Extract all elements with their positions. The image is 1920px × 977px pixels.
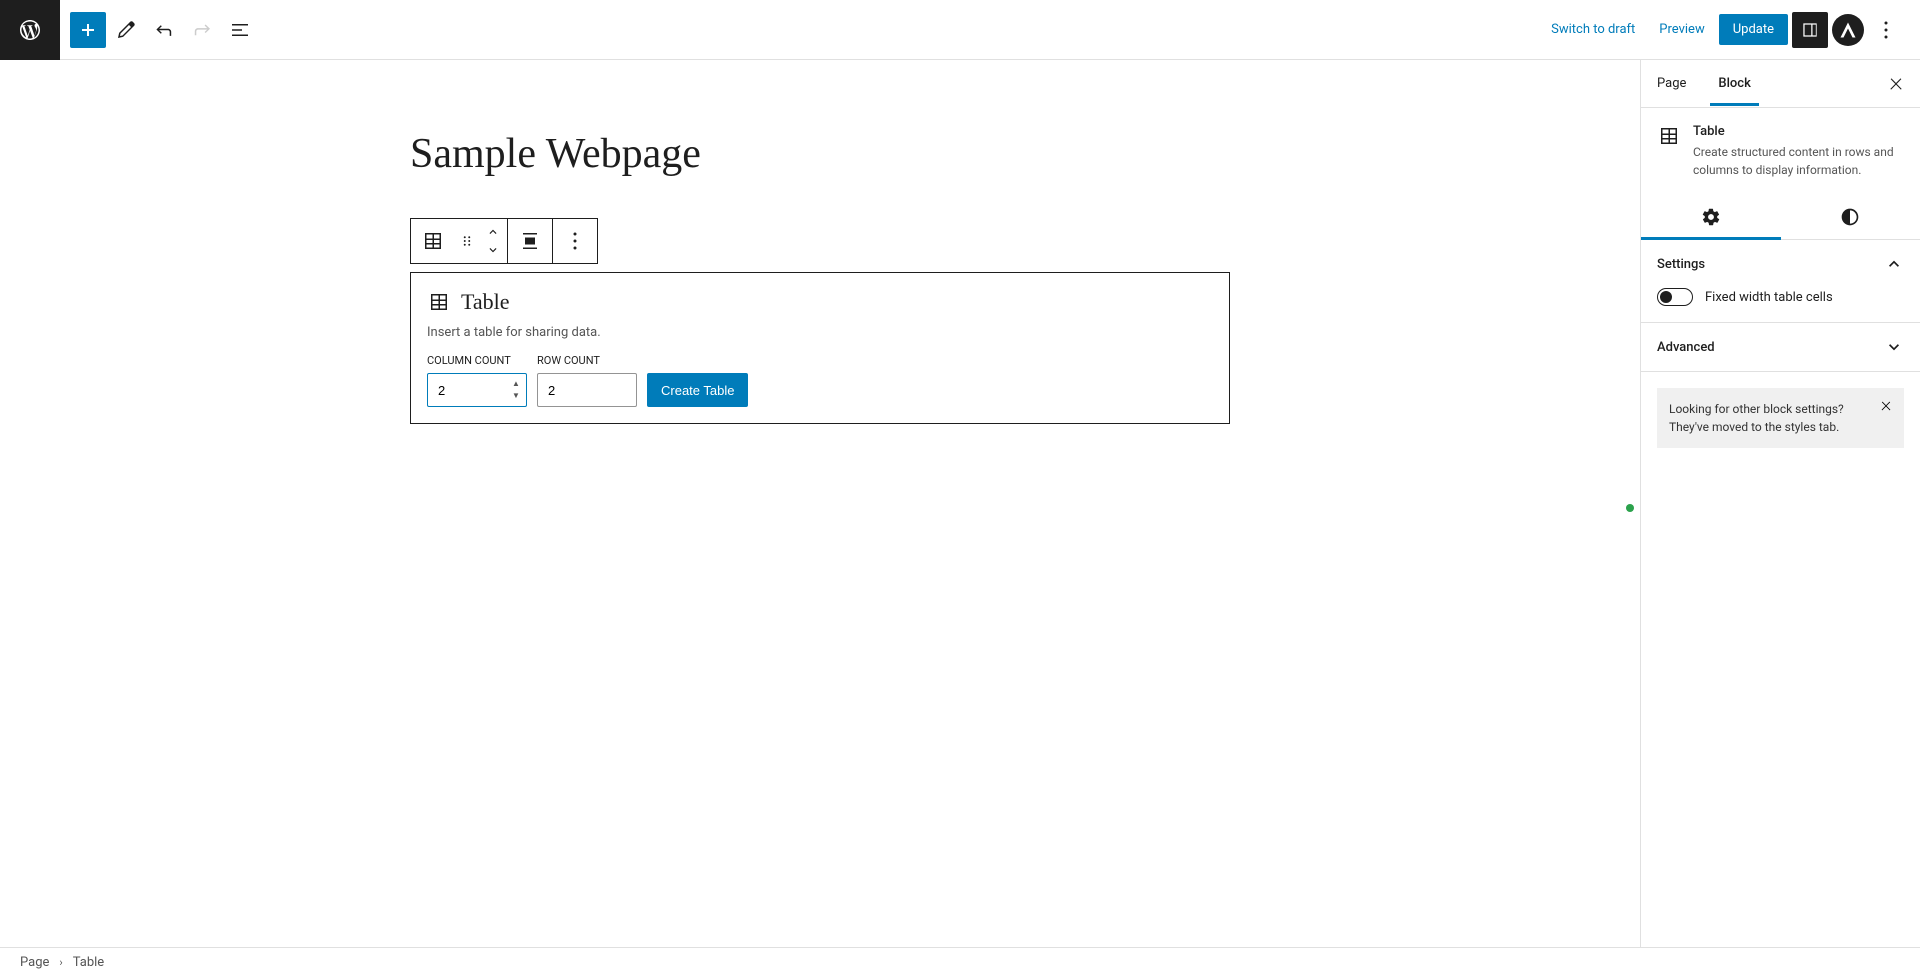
chevron-up-icon [486, 225, 500, 239]
table-icon [427, 290, 451, 314]
block-type-button[interactable] [411, 219, 455, 263]
astra-icon [1839, 21, 1857, 39]
block-placeholder-title: Table [461, 289, 510, 315]
table-block-placeholder: Table Insert a table for sharing data. C… [410, 272, 1230, 424]
wordpress-icon [18, 18, 42, 42]
switch-to-draft-button[interactable]: Switch to draft [1541, 16, 1645, 43]
fixed-width-toggle[interactable] [1657, 288, 1693, 306]
settings-section-label: Settings [1657, 257, 1705, 272]
redo-button[interactable] [184, 12, 220, 48]
align-button[interactable] [508, 219, 552, 263]
close-icon [1879, 399, 1893, 413]
tools-button[interactable] [108, 12, 144, 48]
close-icon [1887, 75, 1905, 93]
theme-button[interactable] [1832, 14, 1864, 46]
document-overview-button[interactable] [222, 12, 258, 48]
chevron-down-icon [1884, 337, 1904, 357]
dismiss-notice-button[interactable] [1876, 396, 1896, 416]
notice-text: Looking for other block settings? They'v… [1669, 402, 1844, 434]
status-indicator [1626, 504, 1634, 512]
settings-panel-toggle[interactable] [1792, 12, 1828, 48]
styles-icon [1840, 207, 1860, 227]
styles-subtab[interactable] [1781, 195, 1920, 239]
move-up-button[interactable] [479, 223, 507, 241]
add-block-button[interactable] [70, 12, 106, 48]
undo-button[interactable] [146, 12, 182, 48]
tab-block[interactable]: Block [1702, 62, 1766, 105]
column-count-decrement[interactable]: ▼ [509, 389, 523, 401]
plus-icon [76, 18, 100, 42]
update-button[interactable]: Update [1719, 14, 1788, 45]
wordpress-logo-button[interactable] [0, 0, 60, 60]
breadcrumb: Page › Table [0, 947, 1920, 977]
settings-subtab[interactable] [1641, 195, 1781, 239]
settings-sidebar: Page Block Table Create structured conte… [1640, 60, 1920, 947]
gear-icon [1701, 207, 1721, 227]
tab-page[interactable]: Page [1641, 62, 1702, 105]
column-count-increment[interactable]: ▲ [509, 377, 523, 389]
preview-button[interactable]: Preview [1649, 16, 1714, 43]
align-icon [518, 229, 542, 253]
settings-section-toggle[interactable]: Settings [1641, 240, 1920, 288]
redo-icon [190, 18, 214, 42]
breadcrumb-root[interactable]: Page [20, 955, 49, 970]
row-count-label: ROW COUNT [537, 354, 637, 367]
more-vertical-icon [1874, 18, 1898, 42]
block-placeholder-desc: Insert a table for sharing data. [427, 325, 1213, 340]
advanced-section-toggle[interactable]: Advanced [1641, 323, 1920, 371]
advanced-section-label: Advanced [1657, 340, 1715, 355]
sidebar-icon [1800, 20, 1820, 40]
breadcrumb-current[interactable]: Table [73, 955, 104, 970]
block-options-button[interactable] [553, 219, 597, 263]
sidebar-block-desc: Create structured content in rows and co… [1693, 143, 1904, 179]
fixed-width-toggle-label: Fixed width table cells [1705, 290, 1833, 305]
chevron-right-icon: › [59, 956, 62, 969]
column-count-label: COLUMN COUNT [427, 354, 527, 367]
drag-handle[interactable] [455, 219, 479, 263]
drag-icon [458, 232, 476, 250]
page-title[interactable]: Sample Webpage [410, 130, 1230, 178]
table-icon [421, 229, 445, 253]
sidebar-block-name: Table [1693, 124, 1904, 139]
more-vertical-icon [563, 229, 587, 253]
list-view-icon [228, 18, 252, 42]
options-button[interactable] [1868, 12, 1904, 48]
chevron-down-icon [486, 243, 500, 257]
styles-moved-notice: Looking for other block settings? They'v… [1657, 388, 1904, 448]
top-toolbar: Switch to draft Preview Update [0, 0, 1920, 60]
editor-canvas[interactable]: Sample Webpage [0, 60, 1640, 947]
row-count-input[interactable] [537, 373, 637, 407]
move-down-button[interactable] [479, 241, 507, 259]
close-sidebar-button[interactable] [1876, 64, 1916, 104]
chevron-up-icon [1884, 254, 1904, 274]
create-table-button[interactable]: Create Table [647, 373, 748, 407]
pencil-icon [114, 18, 138, 42]
table-icon [1657, 124, 1681, 148]
undo-icon [152, 18, 176, 42]
block-toolbar [410, 218, 598, 264]
